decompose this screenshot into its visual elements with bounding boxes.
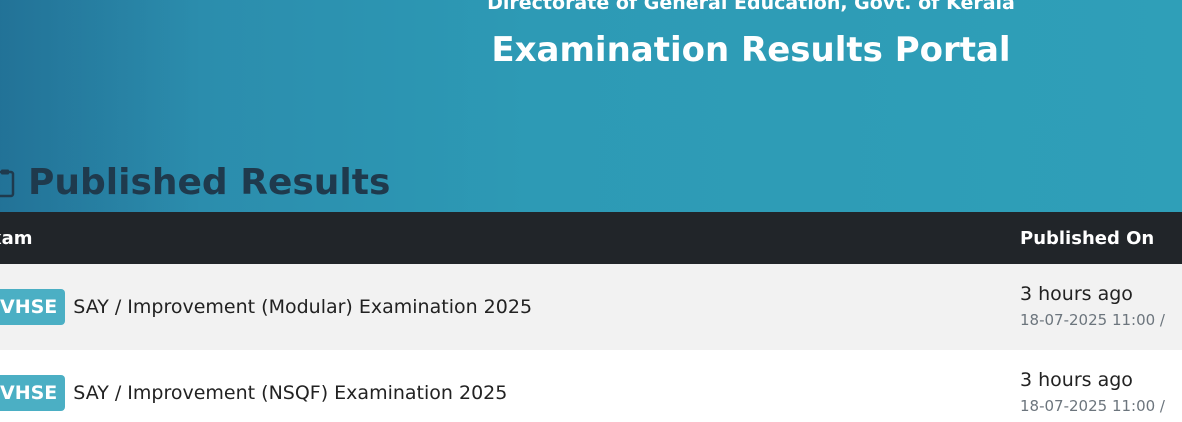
table-row[interactable]: VHSE SAY / Improvement (NSQF) Examinatio…: [0, 350, 1182, 422]
exam-name-link[interactable]: SAY / Improvement (Modular) Examination …: [73, 296, 532, 318]
published-cell: 3 hours ago 18-07-2025 11:00 /: [1020, 264, 1182, 350]
published-datetime: 18-07-2025 11:00 /: [1020, 397, 1165, 415]
department-subtitle: Directorate of General Education, Govt. …: [487, 0, 1015, 14]
table-row[interactable]: VHSE SAY / Improvement (Modular) Examina…: [0, 264, 1182, 350]
header-banner: Directorate of General Education, Govt. …: [0, 0, 1182, 212]
table-header-row: xam Published On: [0, 212, 1182, 264]
published-cell: 3 hours ago 18-07-2025 11:00 /: [1020, 350, 1182, 422]
published-datetime: 18-07-2025 11:00 /: [1020, 311, 1165, 329]
exam-category-badge: VHSE: [0, 289, 66, 325]
results-page: Directorate of General Education, Govt. …: [0, 0, 1182, 422]
exam-name-link[interactable]: SAY / Improvement (NSQF) Examination 202…: [73, 382, 507, 404]
portal-title: Examination Results Portal: [491, 30, 1011, 70]
column-header-published-on: Published On: [1020, 212, 1182, 264]
relative-time: 3 hours ago: [1020, 369, 1133, 391]
column-header-exam: xam: [0, 212, 1020, 264]
exam-category-badge: VHSE: [0, 375, 66, 411]
section-heading: Published Results: [0, 162, 390, 203]
clipboard-icon: [0, 169, 15, 197]
results-table: xam Published On VHSE SAY / Improvement …: [0, 212, 1182, 422]
exam-cell: VHSE SAY / Improvement (Modular) Examina…: [0, 264, 1020, 350]
relative-time: 3 hours ago: [1020, 283, 1133, 305]
exam-cell: VHSE SAY / Improvement (NSQF) Examinatio…: [0, 350, 1020, 422]
section-title: Published Results: [28, 162, 391, 203]
